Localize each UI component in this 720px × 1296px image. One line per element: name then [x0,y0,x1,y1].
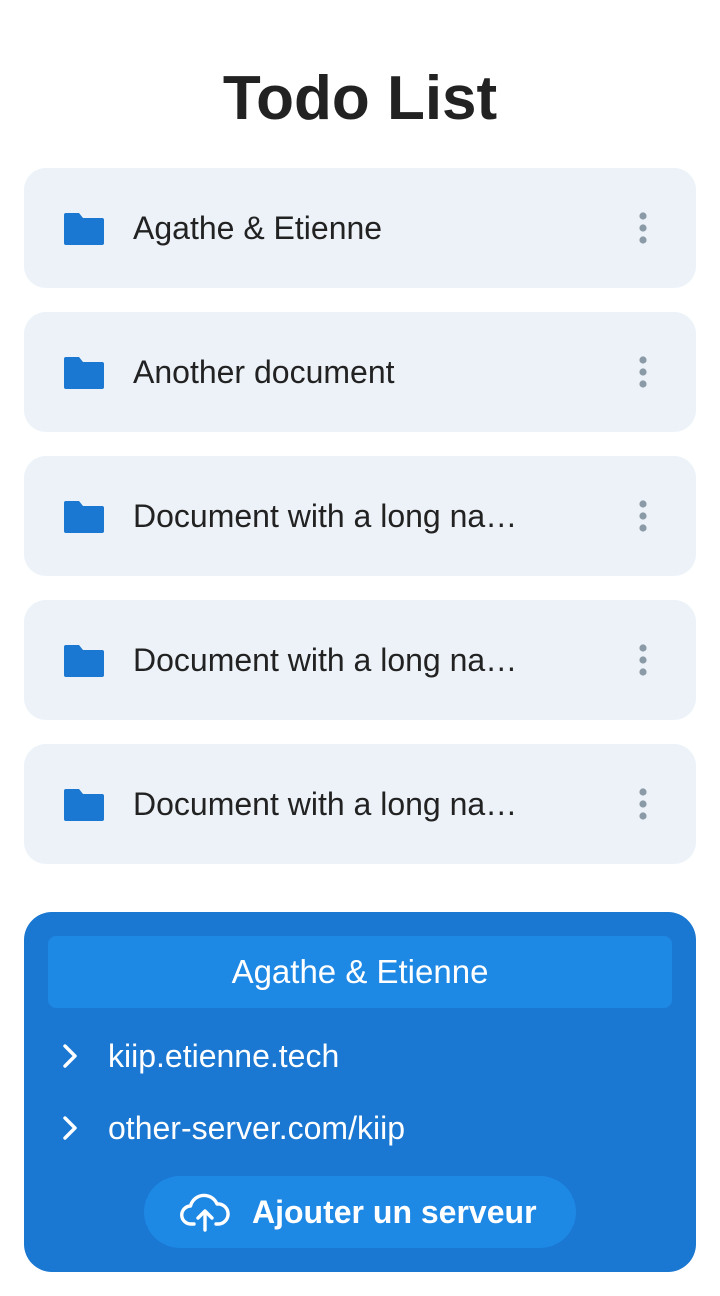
cloud-upload-icon [180,1193,230,1232]
server-item[interactable]: kiip.etienne.tech [56,1028,656,1084]
folder-icon [64,501,104,533]
document-list: Agathe & Etienne Another document Docume… [24,168,696,888]
server-url: kiip.etienne.tech [108,1038,340,1074]
account-button[interactable]: Agathe & Etienne [48,936,672,1008]
document-item[interactable]: Document with a long na… [24,744,696,864]
document-name: Document with a long na… [133,786,518,822]
server-url: other-server.com/kiip [108,1110,405,1146]
folder-icon [64,213,104,245]
more-vertical-icon[interactable] [638,212,648,244]
folder-icon [64,357,104,389]
page-title: Todo List [222,64,498,133]
document-item[interactable]: Another document [24,312,696,432]
document-name: Another document [133,354,395,390]
add-server-button[interactable]: Ajouter un serveur [144,1176,576,1248]
chevron-right-icon [63,1116,77,1140]
chevron-right-icon [63,1044,77,1068]
more-vertical-icon[interactable] [638,788,648,820]
add-server-label: Ajouter un serveur [252,1194,537,1230]
more-vertical-icon[interactable] [638,500,648,532]
folder-icon [64,645,104,677]
server-panel: Agathe & Etienne kiip.etienne.tech other… [24,912,696,1272]
document-item[interactable]: Document with a long na… [24,456,696,576]
more-vertical-icon[interactable] [638,644,648,676]
folder-icon [64,789,104,821]
document-name: Document with a long na… [133,642,518,678]
document-item[interactable]: Agathe & Etienne [24,168,696,288]
more-vertical-icon[interactable] [638,356,648,388]
document-name: Agathe & Etienne [133,210,383,246]
document-item[interactable]: Document with a long na… [24,600,696,720]
document-name: Document with a long na… [133,498,518,534]
server-item[interactable]: other-server.com/kiip [56,1100,656,1156]
